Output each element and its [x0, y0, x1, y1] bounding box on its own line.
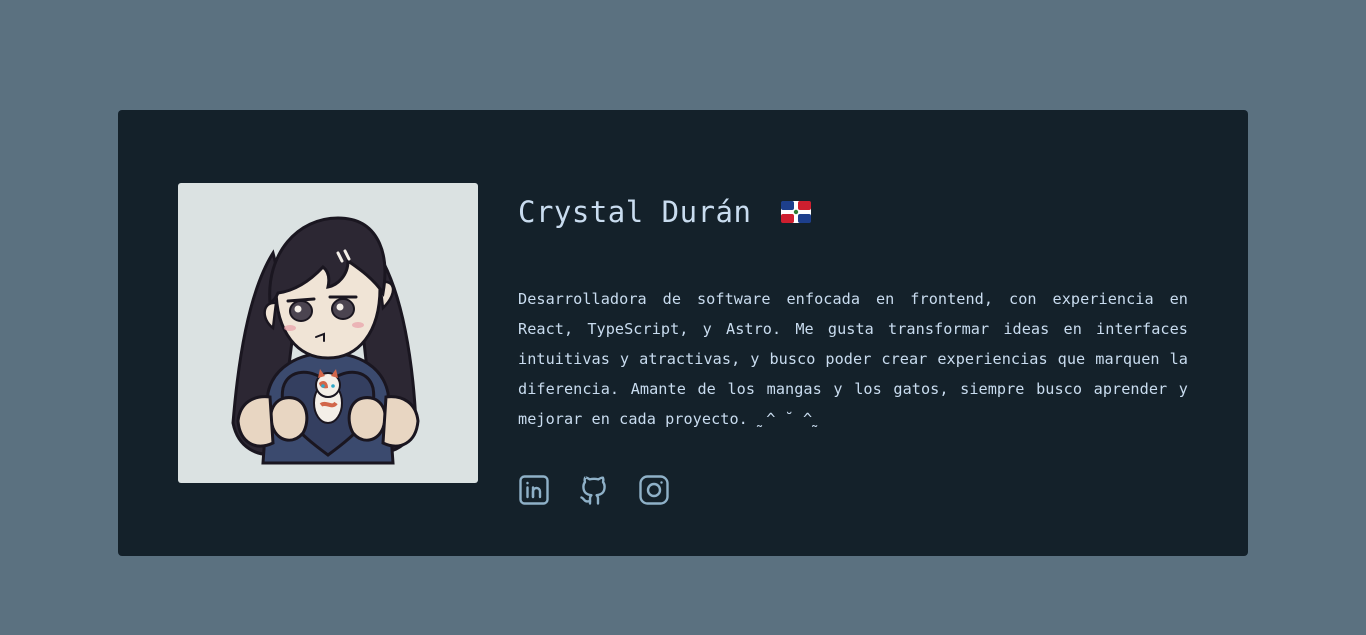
- linkedin-icon: [519, 475, 549, 505]
- profile-bio: Desarrolladora de software enfocada en f…: [518, 290, 1188, 428]
- name-row: Crystal Durán: [518, 190, 1188, 234]
- avatar-illustration-icon: [231, 216, 420, 465]
- linkedin-link[interactable]: [518, 474, 550, 506]
- profile-content: Crystal Durán Desarrolladora de software…: [518, 190, 1188, 506]
- profile-name: Crystal Durán: [518, 195, 752, 229]
- profile-avatar: [178, 183, 478, 483]
- dominican-republic-flag-icon: [781, 201, 812, 223]
- profile-card: Crystal Durán Desarrolladora de software…: [118, 110, 1248, 556]
- github-link[interactable]: [578, 474, 610, 506]
- instagram-link[interactable]: [638, 474, 670, 506]
- social-links: [518, 474, 1188, 506]
- github-icon: [580, 476, 606, 505]
- instagram-icon: [639, 475, 669, 505]
